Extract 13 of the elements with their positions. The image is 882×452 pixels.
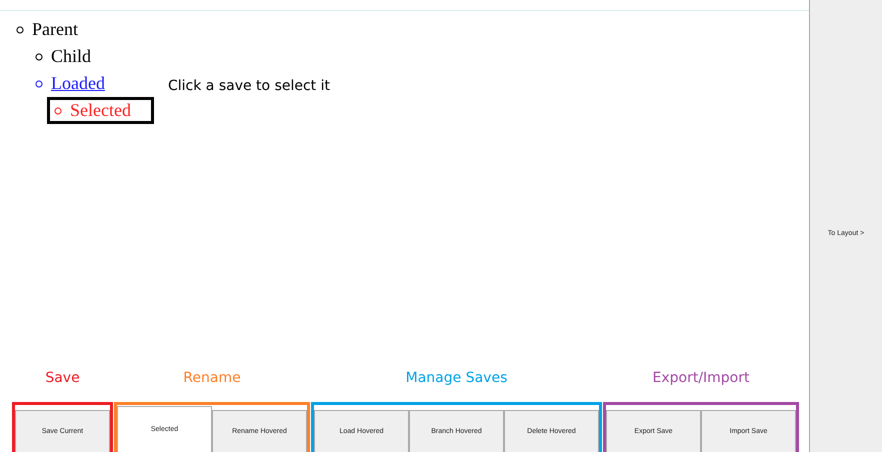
- group-label: Export/Import: [652, 370, 750, 386]
- group-label: Manage Saves: [406, 370, 508, 386]
- group-label: Rename: [183, 370, 241, 386]
- bullet-icon: [35, 52, 43, 60]
- tree-item[interactable]: Parent: [9, 16, 101, 43]
- tree-item[interactable]: Selected: [47, 97, 154, 124]
- group-label: Save: [45, 370, 80, 386]
- bullet-icon: [16, 26, 24, 34]
- hint-text: Click a save to select it: [168, 78, 330, 94]
- bullet-icon: [35, 80, 43, 88]
- tree-item[interactable]: Child: [28, 43, 114, 70]
- tree-item[interactable]: Loaded: [28, 70, 128, 97]
- bullet-icon: [54, 106, 62, 114]
